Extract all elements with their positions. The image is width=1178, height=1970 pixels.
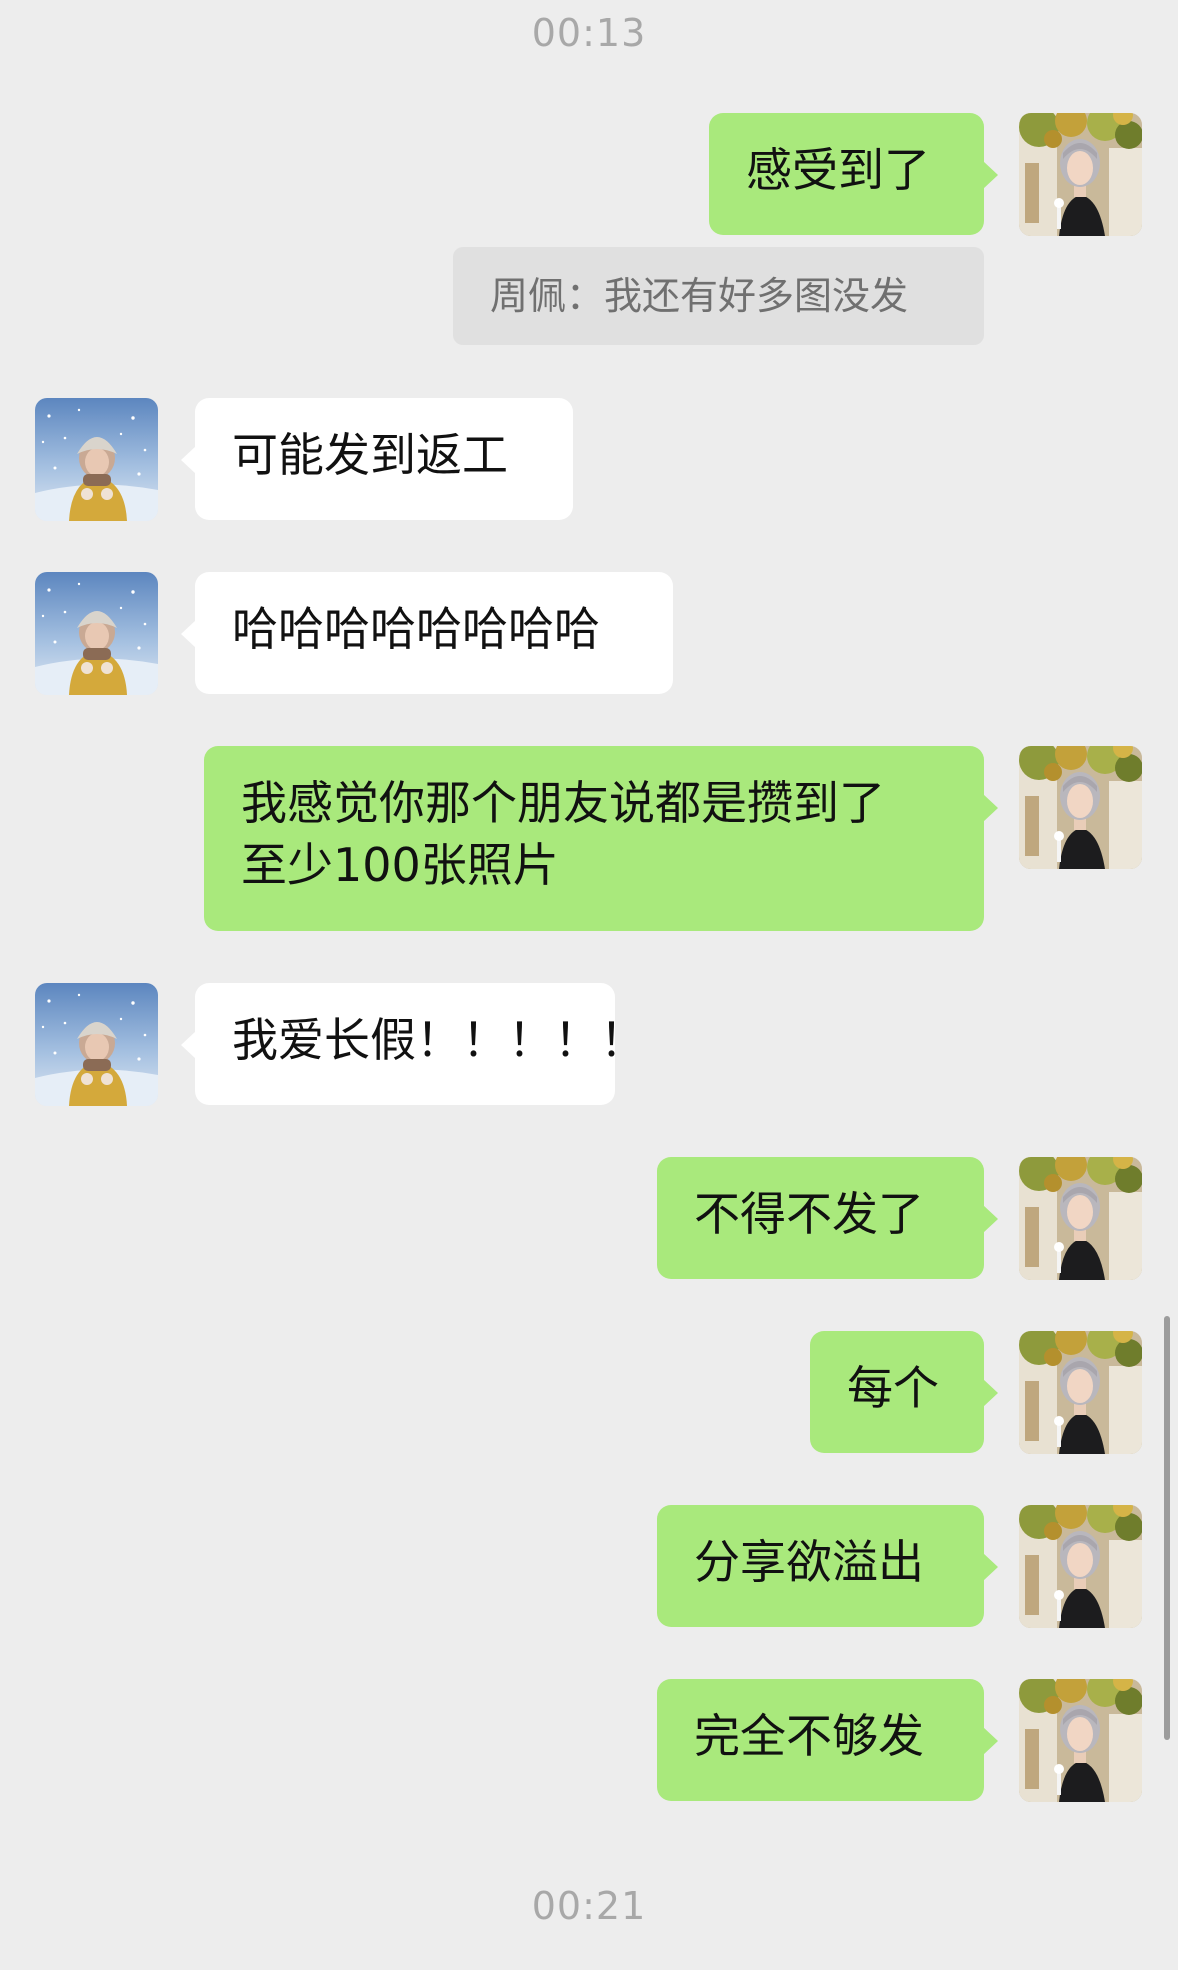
message-text-line-2: 至少100张照片 (241, 838, 559, 892)
avatar-photo-icon (35, 398, 158, 521)
my-avatar[interactable] (1019, 1331, 1142, 1454)
message-bubble-sent[interactable]: 分享欲溢出 (657, 1505, 998, 1627)
my-avatar[interactable] (1019, 746, 1142, 869)
my-avatar[interactable] (1019, 1679, 1142, 1802)
quote-text: 周佩：我还有好多图没发 (490, 274, 909, 318)
message-bubble-sent[interactable]: 感受到了 (709, 113, 998, 235)
message-text: 每个 (847, 1361, 939, 1415)
message-bubble-sent[interactable]: 完全不够发 (657, 1679, 998, 1801)
message-text: 分享欲溢出 (694, 1535, 924, 1589)
avatar-photo-icon (1019, 1157, 1142, 1280)
timestamp-top: 00:13 (531, 11, 647, 55)
message-text: 可能发到返工 (232, 428, 508, 482)
avatar-photo-icon (1019, 1505, 1142, 1628)
scrollbar[interactable] (1164, 1316, 1170, 1740)
message-text: 我爱长假！！！！！ (232, 1013, 646, 1067)
avatar-photo-icon (35, 983, 158, 1106)
avatar-photo-icon (1019, 113, 1142, 236)
avatar-photo-icon (1019, 1679, 1142, 1802)
message-text: 哈哈哈哈哈哈哈哈 (232, 602, 600, 656)
message-text: 感受到了 (746, 143, 930, 197)
message-bubble-sent[interactable]: 我感觉你那个朋友说都是攒到了 至少100张照片 (204, 746, 998, 931)
message-bubble-received[interactable]: 哈哈哈哈哈哈哈哈 (181, 572, 673, 694)
friend-avatar[interactable] (35, 398, 158, 521)
quoted-reply[interactable]: 周佩：我还有好多图没发 (453, 247, 984, 345)
my-avatar[interactable] (1019, 1505, 1142, 1628)
avatar-photo-icon (1019, 1331, 1142, 1454)
friend-avatar[interactable] (35, 983, 158, 1106)
message-bubble-received[interactable]: 可能发到返工 (181, 398, 573, 520)
friend-avatar[interactable] (35, 572, 158, 695)
message-bubble-sent[interactable]: 每个 (810, 1331, 998, 1453)
message-text: 完全不够发 (694, 1709, 924, 1763)
message-bubble-received[interactable]: 我爱长假！！！！！ (181, 983, 646, 1105)
my-avatar[interactable] (1019, 1157, 1142, 1280)
message-text-line-1: 我感觉你那个朋友说都是攒到了 (241, 776, 885, 830)
avatar-photo-icon (35, 572, 158, 695)
timestamp-bottom: 00:21 (531, 1884, 647, 1928)
message-text: 不得不发了 (694, 1187, 924, 1241)
avatar-photo-icon (1019, 746, 1142, 869)
my-avatar[interactable] (1019, 113, 1142, 236)
message-bubble-sent[interactable]: 不得不发了 (657, 1157, 998, 1279)
